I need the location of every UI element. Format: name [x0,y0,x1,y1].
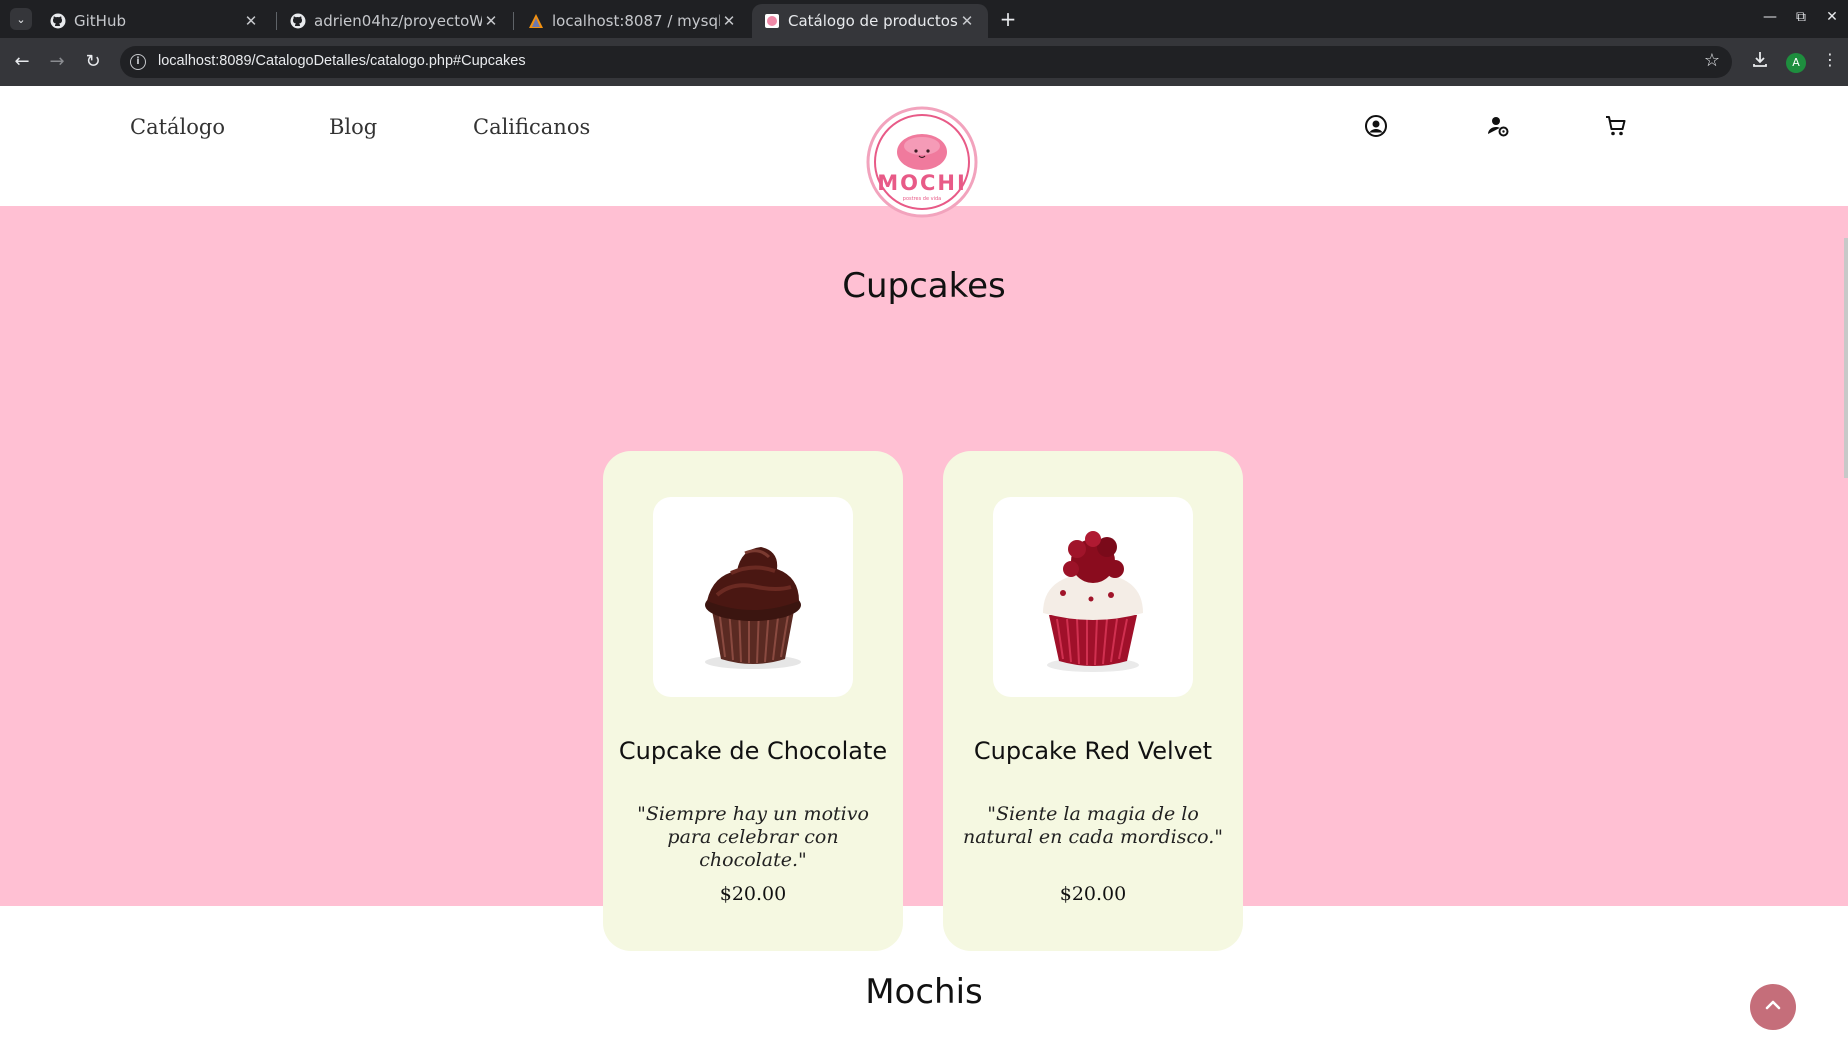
cart-icon[interactable] [1604,114,1630,140]
mochi-logo[interactable]: MOCHI postres de vida [866,106,978,218]
restore-icon[interactable]: ⧉ [1791,9,1811,25]
product-card[interactable]: Cupcake de Chocolate "Siempre hay un mot… [603,451,903,951]
site-favicon-icon [764,13,780,29]
tab-separator [513,12,514,30]
nav-link-calificanos[interactable]: Calificanos [473,115,590,139]
minimize-icon[interactable]: — [1760,9,1780,25]
download-icon[interactable] [1748,50,1772,72]
product-price: $20.00 [719,883,787,905]
close-tab-icon[interactable]: ✕ [242,12,260,30]
tab-title: GitHub [74,12,126,30]
tab-title: adrien04hz/proyectoWE [314,12,482,30]
user-circle-icon[interactable] [1364,114,1390,140]
url-text[interactable]: localhost:8089/CatalogoDetalles/catalogo… [158,53,526,69]
page-viewport: Catálogo Blog Calificanos Cupcakes Cupca… [0,86,1848,1046]
page-scrollbar[interactable] [1844,238,1848,478]
tab-title: Catálogo de productos [788,12,958,30]
new-tab-button[interactable]: + [996,8,1020,32]
cupcakes-section: Cupcakes Cupcake de Chocolate "Siempre h… [0,206,1848,951]
tab-title: localhost:8087 / mysql / r [552,12,720,30]
address-bar[interactable]: i localhost:8089/CatalogoDetalles/catalo… [120,46,1732,78]
user-settings-icon[interactable] [1486,114,1512,140]
forward-icon[interactable]: → [45,50,69,74]
close-window-icon[interactable]: ✕ [1822,9,1842,25]
menu-dots-icon[interactable]: ⋮ [1818,50,1842,69]
tab-separator [276,12,277,30]
chocolate-cupcake-image [653,497,853,697]
scroll-to-top-button[interactable] [1750,984,1796,1030]
close-tab-icon[interactable]: ✕ [958,12,976,30]
profile-avatar[interactable]: A [1786,53,1806,73]
product-name: Cupcake de Chocolate [618,737,888,765]
section-title-cupcakes: Cupcakes [842,266,1006,306]
phpmyadmin-icon [528,13,544,29]
close-tab-icon[interactable]: ✕ [720,12,738,30]
browser-tab-phpmyadmin[interactable]: localhost:8087 / mysql / r ✕ [516,4,750,38]
product-price: $20.00 [1059,883,1127,905]
browser-tab-catalogo[interactable]: Catálogo de productos ✕ [752,4,988,38]
browser-tab-proyecto[interactable]: adrien04hz/proyectoWE ✕ [278,4,512,38]
back-icon[interactable]: ← [10,50,34,74]
browser-tab-strip: ⌄ GitHub ✕ adrien04hz/proyectoWE ✕ local… [0,0,1848,38]
site-info-icon[interactable]: i [130,54,146,70]
browser-toolbar: ← → ↻ i localhost:8089/CatalogoDetalles/… [0,38,1848,86]
bookmark-star-icon[interactable]: ☆ [1704,50,1720,71]
github-icon [50,13,66,29]
nav-link-blog[interactable]: Blog [329,115,377,139]
nav-link-catalogo[interactable]: Catálogo [130,115,225,139]
github-icon [290,13,306,29]
tab-search-chevron-icon[interactable]: ⌄ [10,8,32,30]
logo-text: MOCHI [877,171,967,195]
section-title-mochis: Mochis [865,972,983,1012]
chevron-up-icon [1763,995,1783,1019]
product-quote: "Siente la magia de lo natural en cada m… [962,803,1224,848]
reload-icon[interactable]: ↻ [81,50,105,74]
logo-tagline: postres de vida [903,196,941,202]
product-quote: "Siempre hay un motivo para celebrar con… [637,803,869,871]
red-velvet-cupcake-image [993,497,1193,697]
close-tab-icon[interactable]: ✕ [482,12,500,30]
product-name: Cupcake Red Velvet [973,737,1213,765]
browser-tab-github[interactable]: GitHub ✕ [38,4,272,38]
product-card[interactable]: Cupcake Red Velvet "Siente la magia de l… [943,451,1243,951]
